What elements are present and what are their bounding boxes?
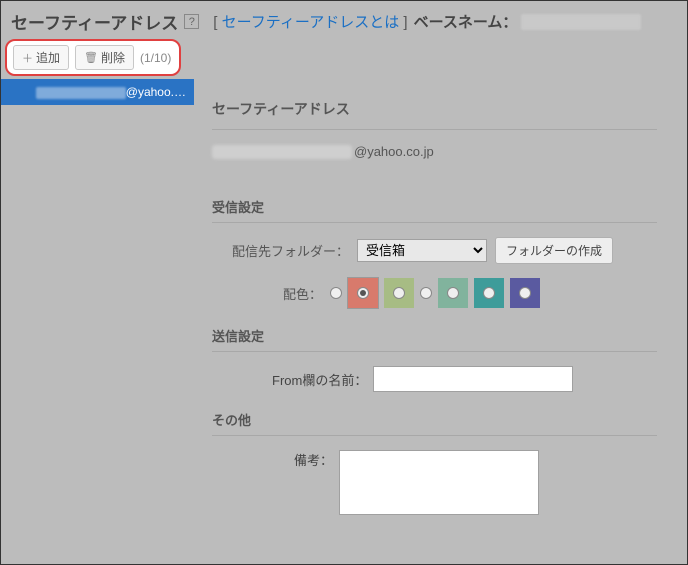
divider [212,222,657,223]
send-section-title: 送信設定 [212,326,657,345]
add-button-label: 追加 [36,49,60,66]
color-swatch-4[interactable] [474,278,504,308]
color-swatch-1[interactable] [348,278,378,308]
receive-section-title: 受信設定 [212,197,657,216]
color-swatch-2[interactable] [384,278,414,308]
whatis-wrap: [ セーフティーアドレスとは ] [213,11,407,32]
color-none-radio[interactable] [330,287,342,299]
folder-label: 配信先フォルダー： [232,241,349,260]
color-swatch-5[interactable] [510,278,540,308]
address-counter: (1/10) [140,51,173,65]
page-title: セーフティーアドレス [11,9,178,34]
address-list-item[interactable]: @yahoo.… [1,79,194,105]
color-swatch-group [330,278,540,308]
detail-section-title: セーフティーアドレス [212,99,657,119]
email-domain: @yahoo.co.jp [354,144,434,159]
from-name-input[interactable] [373,366,573,392]
detail-panel: セーフティーアドレス @yahoo.co.jp 受信設定 配信先フォルダー： 受… [194,79,687,564]
basename-value [521,14,641,30]
whatis-link[interactable]: セーフティーアドレスとは [222,14,400,31]
folder-select[interactable]: 受信箱 [357,239,487,262]
color-label: 配色： [262,284,322,303]
color-radio-2[interactable] [393,287,405,299]
address-localpart-hidden [36,87,126,99]
toolbar: ＋ 追加 🗑 削除 (1/10) [5,39,181,76]
trash-icon: 🗑 [84,51,98,64]
email-display: @yahoo.co.jp [212,144,657,159]
divider [212,129,657,130]
color-swatch-3[interactable] [438,278,468,308]
color-radio-5[interactable] [519,287,531,299]
from-name-label: From欄の名前： [272,370,367,389]
memo-textarea[interactable] [339,450,539,515]
address-sidebar: @yahoo.… [1,79,194,564]
create-folder-button[interactable]: フォルダーの作成 [495,237,613,264]
color-radio-3[interactable] [447,287,459,299]
divider [212,435,657,436]
delete-button[interactable]: 🗑 削除 [75,45,134,70]
delete-button-label: 削除 [101,49,125,66]
memo-label: 備考： [294,450,333,469]
plus-icon: ＋ [22,50,33,66]
basename-label: ベースネーム： [414,11,518,32]
page-header: セーフティーアドレス ? [ セーフティーアドレスとは ] ベースネーム： [1,1,687,44]
color-radio-1[interactable] [357,287,369,299]
add-button[interactable]: ＋ 追加 [13,45,69,70]
other-section-title: その他 [212,410,657,429]
color-radio-4[interactable] [483,287,495,299]
divider [212,351,657,352]
email-localpart-hidden [212,145,352,159]
help-icon[interactable]: ? [184,14,199,29]
color-gap-radio[interactable] [420,287,432,299]
address-suffix: @yahoo.… [126,85,186,99]
